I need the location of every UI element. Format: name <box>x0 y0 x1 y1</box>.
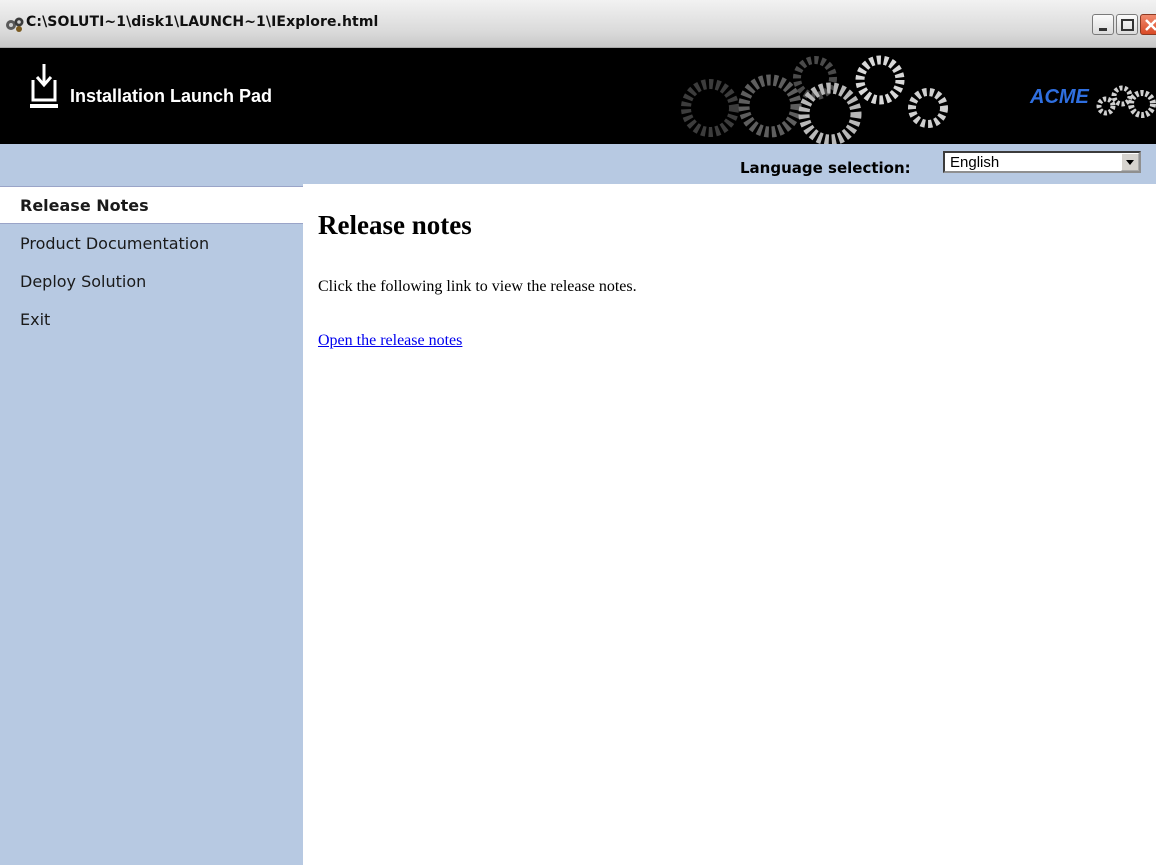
sidebar-nav: Release Notes Product Documentation Depl… <box>0 184 303 865</box>
language-select[interactable]: English <box>943 151 1141 173</box>
sidebar-item-product-documentation[interactable]: Product Documentation <box>0 225 303 263</box>
maximize-icon <box>1121 19 1134 31</box>
header-banner: Installation Launch Pad ACME <box>0 48 1156 144</box>
language-label: Language selection: <box>740 159 911 177</box>
chevron-down-icon <box>1126 160 1134 165</box>
sidebar-item-release-notes[interactable]: Release Notes <box>0 186 303 224</box>
page-title: Release notes <box>318 210 472 240</box>
brand-gears-icon <box>1096 85 1156 118</box>
gears-decoration-icon <box>681 55 948 144</box>
open-release-notes-link[interactable]: Open the release notes <box>318 332 462 350</box>
language-bar: Language selection: English <box>0 144 1156 184</box>
sidebar-item-exit[interactable]: Exit <box>0 301 303 339</box>
app-gears-icon <box>6 17 24 32</box>
minimize-button[interactable] <box>1092 14 1114 35</box>
download-install-icon <box>30 64 58 108</box>
intro-text: Click the following link to view the rel… <box>318 278 637 295</box>
close-button[interactable] <box>1140 14 1156 35</box>
language-selected-value: English <box>950 154 1000 171</box>
maximize-button[interactable] <box>1116 14 1138 35</box>
window-title: C:\SOLUTI~1\disk1\LAUNCH~1\IExplore.html <box>26 14 379 30</box>
close-icon <box>1145 19 1156 31</box>
window-title-bar[interactable]: C:\SOLUTI~1\disk1\LAUNCH~1\IExplore.html <box>0 0 1156 48</box>
sidebar-item-deploy-solution[interactable]: Deploy Solution <box>0 263 303 301</box>
brand-logo-text: ACME <box>1030 86 1089 108</box>
app-name: Installation Launch Pad <box>70 86 273 106</box>
main-content: Release notes Click the following link t… <box>303 184 1156 865</box>
dropdown-arrow-button[interactable] <box>1121 153 1139 171</box>
minimize-icon <box>1099 28 1107 31</box>
